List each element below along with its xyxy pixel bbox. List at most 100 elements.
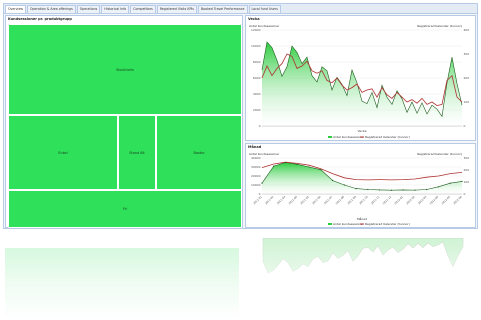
tile-label: Stand Alt [129, 150, 145, 155]
weekly-chart: 0 2000 4000 6000 8000 10000 12000 0 100 200 300 400… [249, 24, 470, 139]
y2-tick-label: 100 [464, 100, 470, 104]
legend-swatch [360, 223, 364, 225]
dashboard-window: Overview Operation & Area offerings Oper… [3, 3, 478, 229]
tab-historical-info[interactable]: Historical Info [101, 5, 130, 13]
y-tick-label: 4000 [253, 92, 261, 96]
treemap-tile[interactable]: Enkel [8, 115, 118, 190]
y-tick-label: 20000 [251, 174, 261, 178]
y-tick-label: 10000 [251, 44, 261, 48]
tab-bar: Overview Operation & Area offerings Oper… [4, 4, 477, 14]
data-point [355, 188, 357, 190]
y-tick-label: 12000 [251, 28, 261, 32]
y-tick-label: 30000 [251, 165, 261, 169]
y2-axis-label: Registrerad Kalender (tunnor) [417, 152, 462, 156]
tab-registered-visits[interactable]: Registered Visits KPIs [156, 5, 197, 13]
x-tick-label: 2011-02 [264, 195, 275, 206]
weekly-chart-panel: Vecka 0 2000 4000 6000 8000 10000 12000 0 100 200… [245, 15, 476, 141]
data-point [261, 182, 263, 184]
data-point [402, 189, 404, 191]
x-tick-label: 2011-09 [346, 195, 357, 206]
reflection [3, 238, 478, 318]
x-tick-label: 2011-08 [335, 195, 346, 206]
x-tick-label: 2012-02 [405, 195, 416, 206]
monthly-chart-panel: Månad 0 10000 20000 30000 40000 0 100 200 300 201… [245, 143, 476, 228]
x-tick-label: 2012-06 [452, 195, 463, 206]
legend-label: Antal kundsessioner [333, 135, 364, 139]
tile-label: Stockholm [116, 67, 134, 72]
y-tick-label: 0 [259, 124, 261, 128]
treemap-tile[interactable]: Stand Alt [118, 115, 156, 190]
tab-overview[interactable]: Overview [5, 5, 27, 13]
y-axis-label: Antal kundsessioner [249, 24, 280, 28]
tab-local-fund-users[interactable]: Local fund Users [248, 5, 281, 13]
y-axis-label: Antal kundsessioner [249, 152, 280, 156]
x-axis-label: Vecka [358, 129, 367, 133]
y2-tick-label: 0 [464, 192, 466, 196]
data-point [331, 179, 334, 182]
treemap-tile[interactable]: Bastro [156, 115, 242, 190]
x-tick-label: 2011-04 [288, 195, 299, 206]
x-tick-label: 2012-03 [417, 195, 428, 206]
legend-label: Registrerad Kalender (tunnor) [365, 135, 410, 139]
y-tick-label: 2000 [253, 108, 261, 112]
reflection-fade [3, 238, 478, 318]
data-point [379, 189, 381, 191]
legend-swatch [360, 136, 364, 138]
data-point [390, 189, 393, 191]
treemap-tile[interactable]: Fri [8, 190, 242, 228]
x-tick-label: 2012-01 [393, 195, 404, 206]
data-point [273, 165, 275, 167]
x-tick-label: 2012-05 [440, 195, 451, 206]
tab-booked-travel[interactable]: Booked Travel Performance [197, 5, 248, 13]
y2-tick-label: 100 [464, 180, 470, 184]
data-point [284, 161, 287, 164]
treemap: Stockholm Enkel Stand Alt Bastro Fri [8, 24, 242, 228]
x-tick-label: 2011-10 [358, 195, 369, 206]
x-tick-label: 2011-11 [370, 195, 381, 206]
area-fill [262, 42, 462, 126]
y2-tick-label: 0 [464, 124, 466, 128]
tile-label: Bastro [193, 150, 205, 155]
data-point [320, 169, 322, 171]
y2-tick-label: 300 [464, 156, 470, 160]
tab-operations[interactable]: Operations [76, 5, 101, 13]
x-tick-label: 2011-03 [276, 195, 287, 206]
x-tick-label: 2011-07 [323, 195, 334, 206]
tile-label: Fri [122, 207, 128, 211]
monthly-chart: 01000020000300004000001002003002011-01 20… [249, 152, 470, 226]
y2-tick-label: 400 [464, 28, 470, 32]
tab-operation-area[interactable]: Operation & Area offerings [27, 5, 76, 13]
data-point [449, 182, 451, 184]
legend-label: Registrerad Kalender (tunnor) [365, 222, 410, 226]
x-tick-label: 2011-12 [382, 195, 393, 206]
legend-swatch [328, 136, 332, 138]
data-point [461, 180, 463, 182]
y2-axis-label: Registrerad Kalender (tunnor) [417, 24, 462, 28]
y-tick-label: 6000 [253, 76, 261, 80]
y2-tick-label: 200 [464, 168, 470, 172]
treemap-tile[interactable]: Stockholm [8, 24, 242, 115]
x-axis-label: Månad [357, 216, 367, 221]
treemap-title: Kundsessioner pr. produktgrupp [8, 17, 72, 21]
data-point [367, 188, 369, 191]
legend-swatch [328, 223, 332, 225]
tile-label: Enkel [58, 150, 68, 155]
x-tick-label: 2011-05 [299, 195, 310, 206]
data-point [426, 188, 428, 191]
data-point [308, 166, 310, 168]
treemap-panel: Kundsessioner pr. produktgrupp Stockholm… [5, 15, 243, 228]
x-tick-label: 2012-04 [429, 195, 440, 206]
data-point [437, 186, 440, 188]
y2-tick-label: 200 [464, 76, 470, 80]
x-tick-label: 2011-01 [252, 195, 263, 206]
x-tick-label: 2011-06 [311, 195, 322, 206]
y-tick-label: 8000 [253, 60, 261, 64]
y-tick-label: 40000 [251, 156, 261, 160]
data-point [343, 184, 345, 186]
data-point [296, 163, 298, 165]
legend-label: Antal kundsessioner [333, 222, 364, 226]
y2-tick-label: 300 [464, 52, 470, 56]
data-point [414, 189, 416, 191]
tab-competitors[interactable]: Competitors [130, 5, 156, 13]
y-tick-label: 10000 [251, 183, 261, 187]
